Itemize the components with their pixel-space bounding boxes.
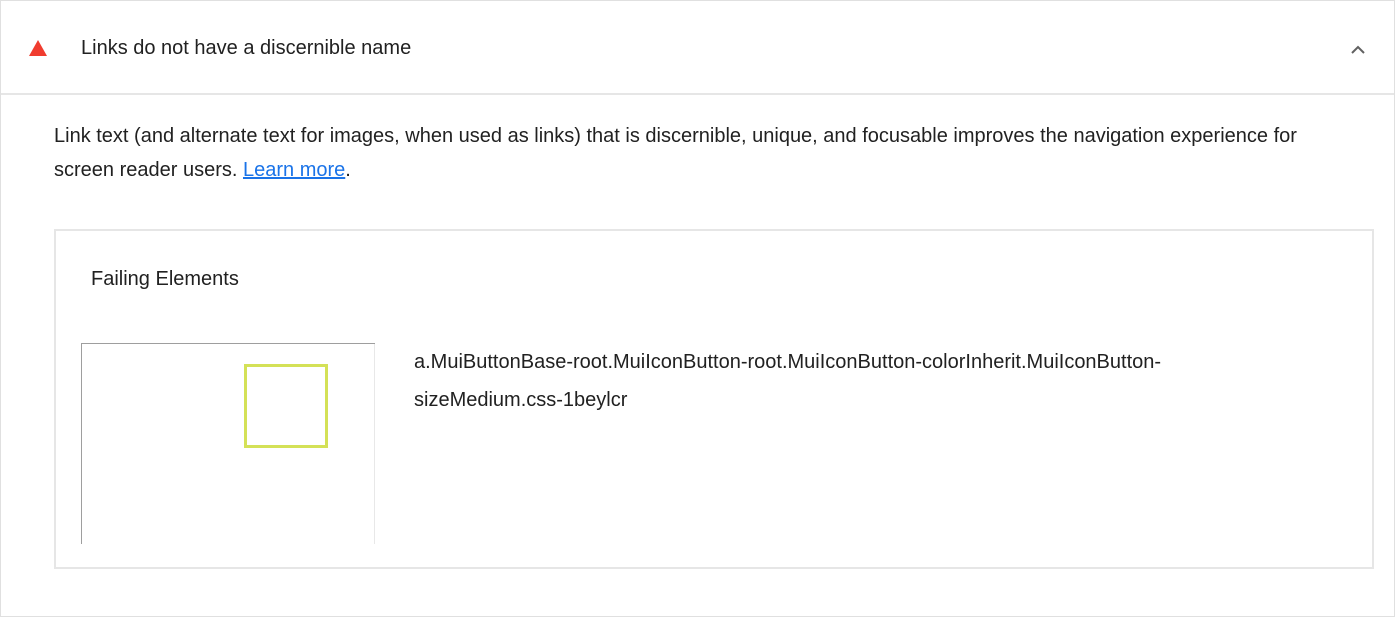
chevron-up-icon[interactable] xyxy=(1350,43,1366,55)
audit-description: Link text (and alternate text for images… xyxy=(54,119,1354,187)
learn-more-link[interactable]: Learn more xyxy=(243,159,345,181)
fail-triangle-icon xyxy=(29,40,47,56)
element-screenshot-thumbnail xyxy=(81,343,375,544)
failing-elements-table: Failing Elements a.MuiButtonBase-root.Mu… xyxy=(54,229,1374,569)
element-selector: a.MuiButtonBase-root.MuiIconButton-root.… xyxy=(414,343,1354,419)
thumbnail-edge xyxy=(374,344,375,544)
selector-line-2: sizeMedium.css-1beylcr xyxy=(414,389,628,411)
element-highlight-box xyxy=(244,364,328,448)
failing-elements-heading: Failing Elements xyxy=(91,268,239,290)
audit-header[interactable]: Links do not have a discernible name xyxy=(1,1,1394,95)
audit-panel: Links do not have a discernible name Lin… xyxy=(0,0,1395,617)
selector-line-1: a.MuiButtonBase-root.MuiIconButton-root.… xyxy=(414,351,1162,373)
description-end: . xyxy=(345,159,351,181)
audit-title: Links do not have a discernible name xyxy=(81,37,412,59)
description-text: Link text (and alternate text for images… xyxy=(54,125,1297,181)
